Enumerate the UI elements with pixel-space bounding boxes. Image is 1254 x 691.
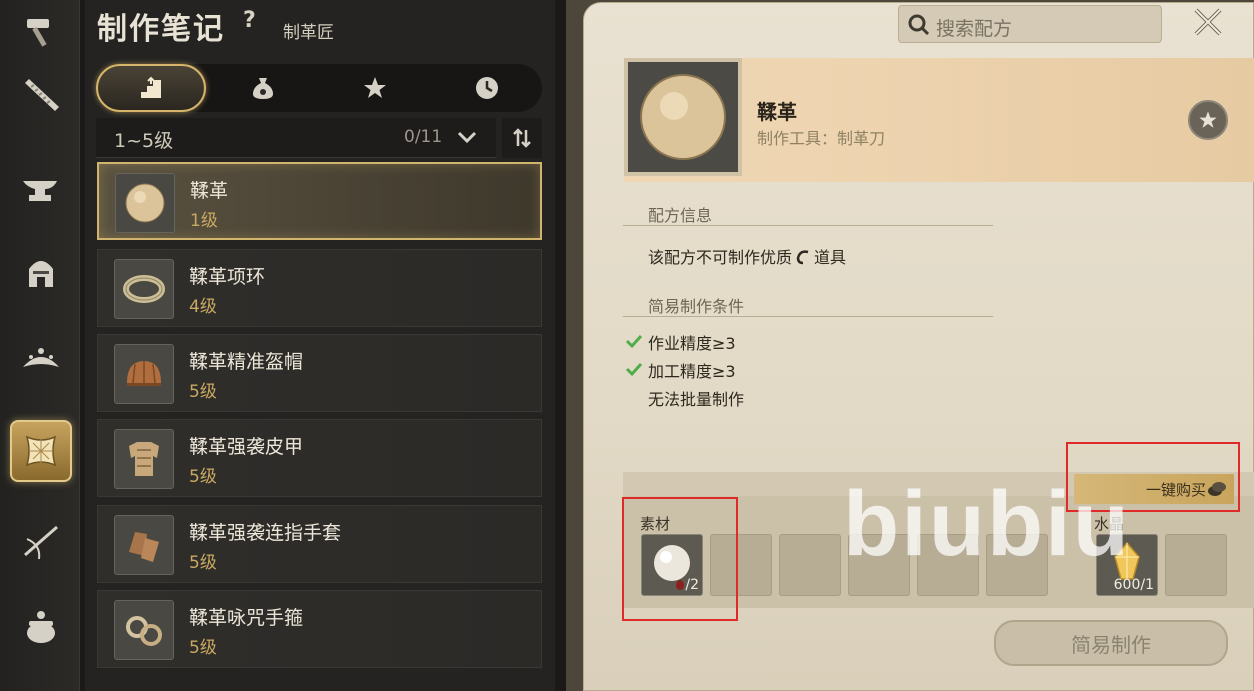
category-helmet[interactable] (10, 242, 72, 304)
divider (623, 225, 993, 226)
recipe-item[interactable]: 鞣革项环 4级 (97, 249, 542, 327)
cauldron-icon (27, 611, 55, 643)
leather-ring-icon (123, 275, 165, 303)
tab-purchasable[interactable] (208, 64, 318, 112)
highlight-box (622, 497, 738, 621)
item-note: 道具 (814, 248, 847, 267)
recipe-item[interactable]: 鞣革 1级 (97, 162, 542, 240)
recipe-item[interactable]: 鞣革强袭皮甲 5级 (97, 419, 542, 497)
check-icon (625, 334, 643, 349)
crystal-qty: 600/1 (1113, 577, 1154, 593)
detail-item-name: 鞣革 (757, 100, 797, 124)
recipe-thumb (114, 259, 174, 319)
tab-favorites[interactable] (320, 64, 430, 112)
tab-recent[interactable] (432, 64, 542, 112)
leather-armor-icon (129, 442, 159, 476)
condition-item: 作业精度≥3 (648, 334, 736, 353)
favorite-button[interactable] (1188, 100, 1228, 140)
star-icon (1199, 111, 1217, 128)
leather-bracer-icon (126, 616, 162, 646)
recipe-level: 5级 (189, 638, 217, 658)
leather-gloves-icon (129, 532, 159, 562)
section-conditions: 简易制作条件 (648, 297, 745, 316)
recipe-name: 鞣革 (190, 180, 229, 202)
helmet-icon (29, 261, 53, 287)
recipe-large-thumb (624, 58, 742, 176)
level-range: 1~5级 (114, 130, 174, 152)
divider (623, 316, 993, 317)
search-placeholder: 搜索配方 (936, 18, 1013, 40)
category-anvil[interactable] (10, 158, 72, 220)
recipe-level: 4级 (189, 297, 217, 317)
category-leather[interactable] (10, 420, 72, 482)
empty-crystal-slot (1165, 534, 1227, 596)
condition-item: 无法批量制作 (648, 390, 745, 409)
recipe-level: 1级 (190, 211, 218, 231)
money-bag-icon (253, 78, 273, 99)
leather-ball-icon (125, 183, 165, 223)
category-saw[interactable] (10, 64, 72, 126)
simple-craft-button[interactable]: 简易制作 (994, 620, 1228, 666)
profession-label: 制革匠 (283, 23, 334, 43)
hammer-icon (27, 19, 49, 47)
recipe-name: 鞣革精准盔帽 (189, 351, 304, 373)
recipe-level: 5级 (189, 467, 217, 487)
recipe-info-text: 该配方不可制作优质 道具 (648, 244, 846, 268)
search-icon (908, 14, 930, 36)
sort-arrows-icon (513, 128, 531, 148)
completion-count: 0/11 (404, 127, 443, 147)
needle-icon (24, 525, 58, 560)
recipe-item[interactable]: 鞣革咏咒手箍 5级 (97, 590, 542, 668)
leather-cap-icon (127, 361, 161, 386)
category-cauldron[interactable] (10, 596, 72, 658)
star-icon (364, 77, 386, 98)
recipe-thumb (114, 515, 174, 575)
recipe-name: 鞣革项环 (189, 266, 266, 288)
tiara-icon (23, 348, 59, 367)
chevron-down-icon (457, 131, 477, 144)
search-input[interactable]: 搜索配方 (898, 5, 1162, 43)
tab-level[interactable] (96, 64, 206, 112)
help-button[interactable]: ? (243, 8, 256, 33)
detail-tool: 制作工具：制革刀 (757, 129, 886, 148)
page-title: 制作笔记 (97, 12, 225, 47)
leather-ball-icon (640, 74, 726, 160)
recipe-thumb (115, 173, 175, 233)
recipe-thumb (114, 600, 174, 660)
saw-icon (25, 79, 59, 111)
level-stairs-icon (141, 76, 161, 98)
sort-button[interactable] (502, 118, 542, 158)
category-needle[interactable] (10, 510, 72, 572)
hq-note: 该配方不可制作优质 (648, 248, 793, 267)
recipe-item[interactable]: 鞣革精准盔帽 5级 (97, 334, 542, 412)
clock-icon (476, 77, 498, 99)
condition-item: 加工精度≥3 (648, 362, 736, 381)
category-hammer[interactable] (10, 0, 72, 62)
recipe-item[interactable]: 鞣革强袭连指手套 5级 (97, 505, 542, 583)
close-icon[interactable] (1190, 4, 1226, 40)
hq-icon (796, 250, 809, 265)
category-tiara[interactable] (10, 328, 72, 390)
recipe-name: 鞣革强袭连指手套 (189, 522, 342, 544)
recipe-thumb (114, 429, 174, 489)
recipe-level: 5级 (189, 553, 217, 573)
level-filter-dropdown[interactable]: 1~5级 0/11 (96, 118, 496, 158)
recipe-thumb (114, 344, 174, 404)
recipe-name: 鞣革咏咒手箍 (189, 607, 304, 629)
leather-hide-icon (25, 435, 57, 467)
recipe-level: 5级 (189, 382, 217, 402)
section-recipe-info: 配方信息 (648, 206, 713, 225)
filter-tabs (96, 64, 542, 112)
anvil-icon (23, 181, 57, 201)
recipe-name: 鞣革强袭皮甲 (189, 436, 304, 458)
empty-material-slot (779, 534, 841, 596)
check-icon (625, 362, 643, 377)
watermark: biubiu (843, 473, 1131, 575)
